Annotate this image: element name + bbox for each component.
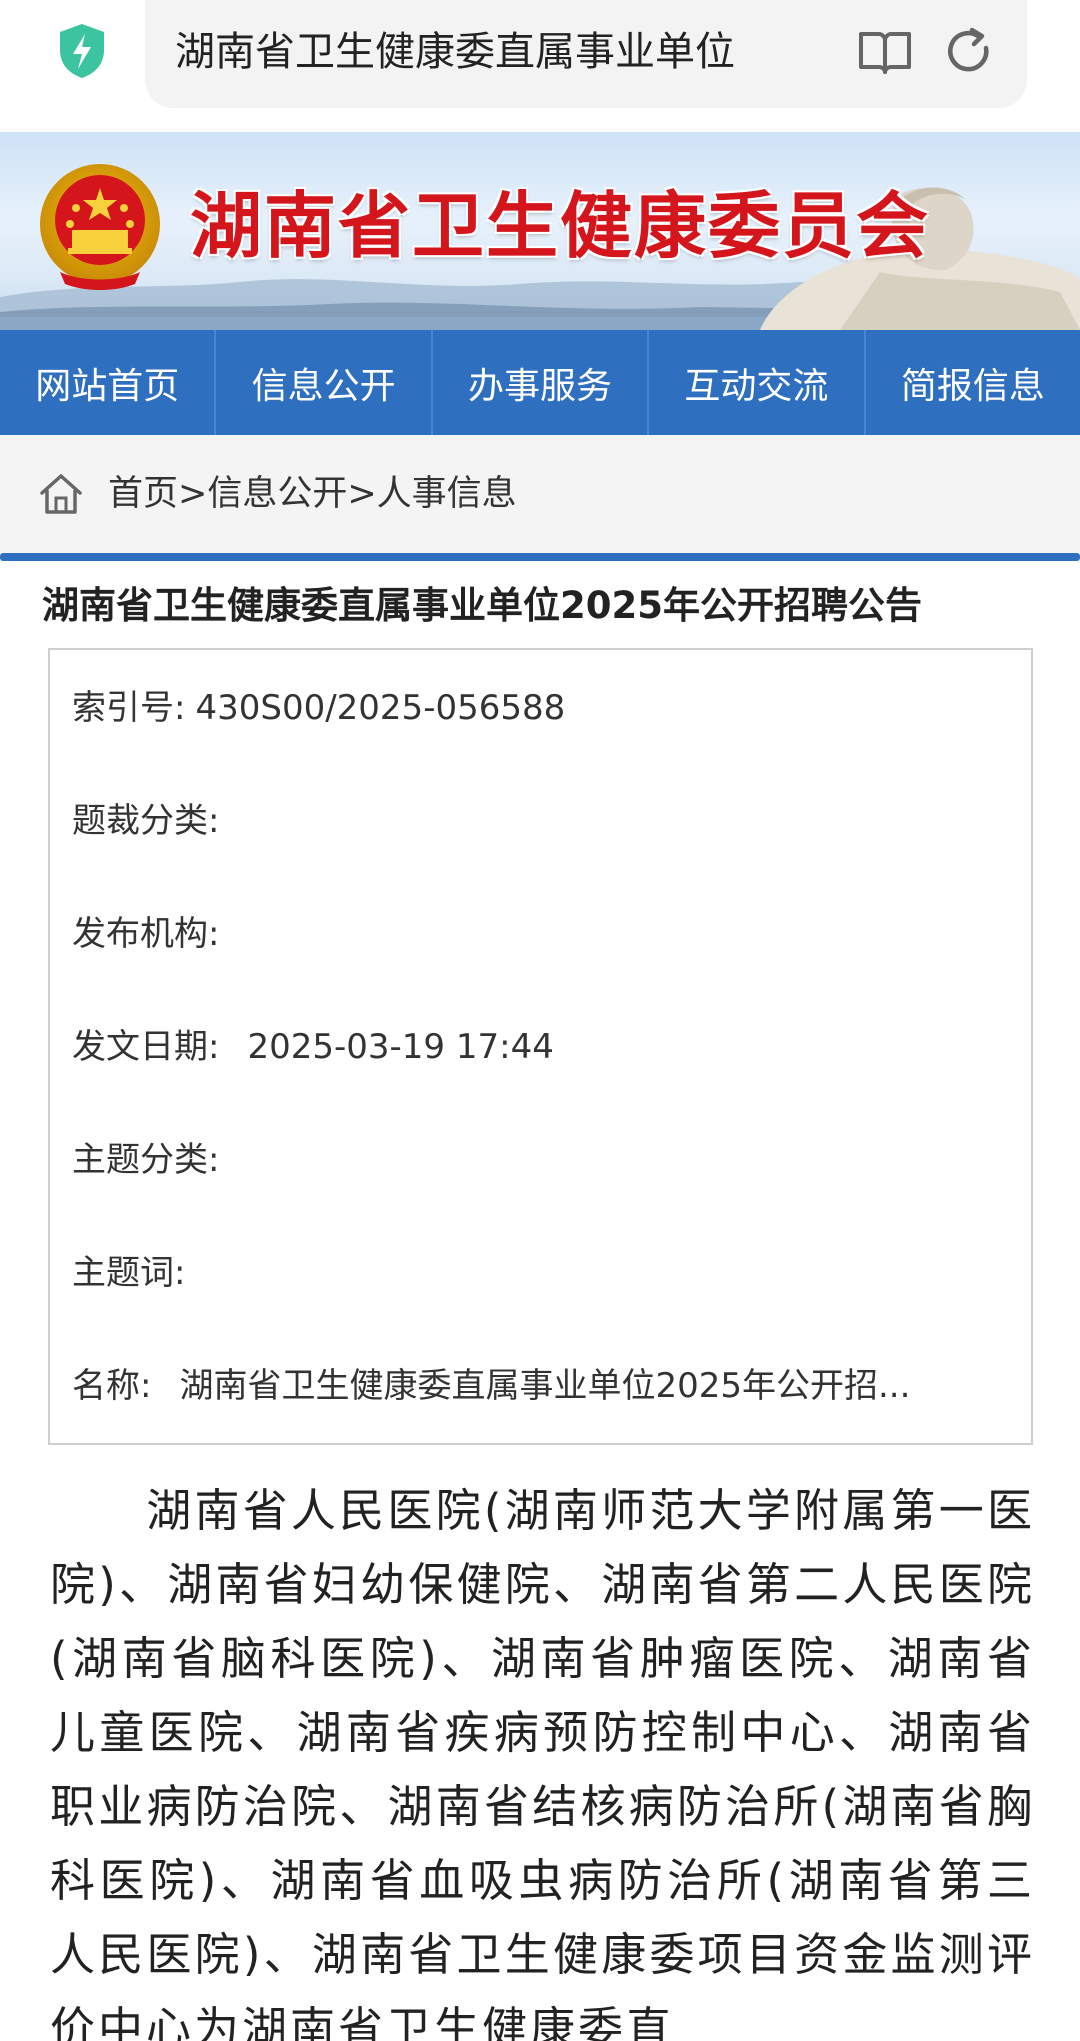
browser-toolbar: 湖南省卫生健康委直属事业单位: [0, 0, 1080, 132]
meta-label: 题裁分类:: [72, 801, 220, 841]
national-emblem-icon: [40, 164, 160, 290]
reader-mode-icon[interactable]: [857, 26, 913, 78]
meta-label: 名称:: [72, 1366, 152, 1406]
meta-value: 湖南省卫生健康委直属事业单位2025年公开招...: [179, 1366, 911, 1406]
meta-label: 索引号:: [72, 688, 186, 728]
article-title: 湖南省卫生健康委直属事业单位2025年公开招聘公告: [42, 584, 922, 627]
article-paragraph: 湖南省人民医院(湖南师范大学附属第一医院)、湖南省妇幼保健院、湖南省第二人民医院…: [50, 1484, 1035, 2041]
nav-item-services[interactable]: 办事服务: [433, 330, 650, 435]
meta-value: 2025-03-19 17:44: [247, 1027, 554, 1067]
breadcrumb: 首页>信息公开>人事信息: [0, 435, 1080, 553]
meta-label: 发文日期:: [72, 1027, 220, 1067]
nav-item-info-disclosure[interactable]: 信息公开: [216, 330, 433, 435]
meta-name: 名称: 湖南省卫生健康委直属事业单位2025年公开招...: [72, 1356, 1012, 1416]
meta-topic-category: 主题分类:: [72, 1130, 1012, 1190]
breadcrumb-divider: [0, 553, 1080, 561]
meta-keywords: 主题词:: [72, 1243, 1012, 1303]
meta-index-number: 索引号: 430S00/2025-056588: [72, 678, 1012, 738]
nav-item-interaction[interactable]: 互动交流: [649, 330, 866, 435]
meta-label: 主题分类:: [72, 1140, 220, 1180]
meta-label: 发布机构:: [72, 914, 220, 954]
nav-item-home[interactable]: 网站首页: [0, 330, 217, 435]
meta-genre: 题裁分类:: [72, 791, 1012, 851]
security-shield-icon[interactable]: [56, 22, 108, 80]
article-body: 湖南省人民医院(湖南师范大学附属第一医院)、湖南省妇幼保健院、湖南省第二人民医院…: [50, 1474, 1035, 2041]
breadcrumb-path[interactable]: 首页>信息公开>人事信息: [108, 465, 517, 523]
meta-value: 430S00/2025-056588: [195, 688, 566, 728]
metadata-table: 索引号: 430S00/2025-056588 题裁分类: 发布机构: 发文日期:…: [48, 648, 1033, 1445]
meta-label: 主题词:: [72, 1253, 186, 1293]
meta-publish-date: 发文日期: 2025-03-19 17:44: [72, 1017, 1012, 1077]
site-title: 湖南省卫生健康委员会: [190, 184, 931, 268]
nav-item-briefings[interactable]: 简报信息: [866, 330, 1080, 435]
meta-publisher: 发布机构:: [72, 904, 1012, 964]
site-banner: 湖南省卫生健康委员会: [0, 132, 1080, 330]
page-title-in-address-bar[interactable]: 湖南省卫生健康委直属事业单位: [175, 22, 815, 82]
main-nav: 网站首页 信息公开 办事服务 互动交流 简报信息: [0, 330, 1080, 435]
address-bar[interactable]: 湖南省卫生健康委直属事业单位: [145, 0, 1027, 108]
home-icon[interactable]: [38, 471, 84, 517]
reload-icon[interactable]: [942, 24, 996, 80]
